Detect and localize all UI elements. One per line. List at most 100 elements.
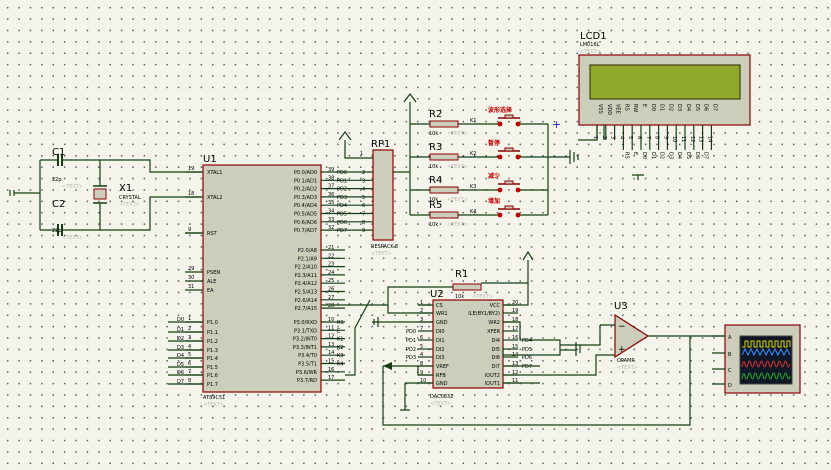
u2-pin-name: DI0 <box>436 329 445 335</box>
key-contact[interactable] <box>497 121 503 127</box>
crystal-x1[interactable] <box>93 185 107 204</box>
lcd-pin-number: 10 <box>671 136 677 142</box>
u2-net-label: PD6 <box>522 355 532 361</box>
u2-pin-name: IOUT2 <box>485 373 500 379</box>
svg-text:−: − <box>618 322 626 332</box>
lcd-net-label: RS <box>623 152 629 159</box>
lcd-pin-number: 11 <box>680 136 686 142</box>
rp1-pin-number: 8 <box>362 220 365 226</box>
r1-body[interactable] <box>452 283 482 291</box>
oscilloscope[interactable]: A B C D <box>712 324 801 394</box>
u1-pin-name: P3.0/RXD <box>294 320 318 326</box>
u1-pin-number: 23 <box>328 262 334 268</box>
scope-channel-label: B <box>728 352 732 358</box>
rp1-respack[interactable]: RP1 RESPACK-8 <TEXT> 1 2 3 4 5 6 7 8 9 <box>338 131 398 257</box>
u1-at89c51[interactable]: U1 AT89C51 <TEXT> 19XTAL118XTAL29RST29PS… <box>168 154 373 408</box>
u1-pin-name: P2.5/A13 <box>295 290 317 296</box>
key-cap[interactable] <box>504 205 514 210</box>
lcd-net-label: D6 <box>694 152 700 159</box>
u1-net-label: PD3 <box>337 195 347 201</box>
lcd-pin-number: 12 <box>689 136 695 142</box>
u2-pin-name: DI2 <box>436 347 445 353</box>
u1-pin-number: 39 <box>328 167 334 173</box>
u1-part: AT89C51 <box>203 395 225 401</box>
u1-net-label: PD6 <box>337 220 347 226</box>
pullup-resistor[interactable] <box>429 120 459 128</box>
u1-pin-name: P0.6/AD6 <box>294 220 317 226</box>
u1-pin-number: 22 <box>328 253 334 259</box>
resistor-value: 10k <box>429 222 438 228</box>
lcd-screen[interactable] <box>589 64 741 100</box>
lcd-text: <TEXT> <box>580 49 601 55</box>
key-contact[interactable] <box>515 187 521 193</box>
u2-pin-name: VREF <box>436 364 449 370</box>
key-contact[interactable] <box>515 121 521 127</box>
lcd-pin-name: VEE <box>615 104 621 114</box>
rp1-body[interactable] <box>372 149 394 241</box>
resistor-text: <TEXT> <box>447 222 468 228</box>
lcd-part: LM016L <box>580 42 600 48</box>
u1-pin-name: P3.2/INT0 <box>293 337 317 343</box>
cursor-marker: + <box>552 118 561 131</box>
scope-channel-label: A <box>728 335 732 341</box>
x1-type: CRYSTAL <box>119 195 141 201</box>
u2-ref: U2 <box>430 289 444 300</box>
lcd-pin-number: 14 <box>706 136 712 142</box>
pullup-resistor[interactable] <box>429 211 459 219</box>
u3-opamp[interactable]: U3 − + OPAMP <TEXT> <box>560 301 725 371</box>
u2-pin-name: CS <box>436 303 443 309</box>
u2-pin-name: VCC <box>490 303 501 309</box>
u1-pin-name: P3.3/INT1 <box>293 345 317 351</box>
u1-pin-number: 1 <box>188 316 191 322</box>
key-contact[interactable] <box>497 154 503 160</box>
u1-pin-name: P3.7/RD <box>297 378 317 384</box>
u2-pin-name: XFER <box>487 329 500 335</box>
u1-net-label: PD2 <box>337 187 347 193</box>
u1-pin-name: P1.6 <box>207 373 218 379</box>
resistor-ref: R3 <box>429 142 442 153</box>
lcd-pin-number: 6 <box>636 136 642 139</box>
key-cap[interactable] <box>504 114 514 119</box>
key-cap[interactable] <box>504 180 514 185</box>
u1-ref: U1 <box>203 154 217 165</box>
u1-pin-name: PSEN <box>207 270 220 276</box>
u2-pin-name: DI1 <box>436 338 445 344</box>
key-contact[interactable] <box>515 212 521 218</box>
u2-part: DAC0832 <box>430 394 453 400</box>
svg-text:+: + <box>618 345 626 355</box>
u1-pin-number: 21 <box>328 245 334 251</box>
lcd-pin-number: 13 <box>698 136 704 142</box>
key-cap[interactable] <box>504 147 514 152</box>
key-caption: 波形选择 <box>488 106 513 114</box>
lcd-pin-name: D6 <box>703 104 709 111</box>
u2-pin-name: DI6 <box>491 355 500 361</box>
lcd1-lm016l[interactable]: LCD1 LM016L <TEXT> VSS1VDD2VEE3RS4RW5E6D… <box>578 31 751 180</box>
u1-pin-name: XTAL1 <box>207 170 222 176</box>
resistor-ref: R5 <box>429 200 442 211</box>
lcd-pin-number: 4 <box>618 136 624 139</box>
resistor-text: <TEXT> <box>447 131 468 137</box>
lcd-net-label: D3 <box>667 152 673 159</box>
schematic: C1 22p <TEXT> C2 22p <TEXT> X1 CRYSTAL <… <box>9 31 801 426</box>
u1-pin-name: P0.1/AD1 <box>294 178 317 184</box>
u3-text: <TEXT> <box>617 365 638 371</box>
lcd-pin-name: D2 <box>667 104 673 111</box>
key-contact[interactable] <box>497 212 503 218</box>
u2-pin-name: DI5 <box>491 347 500 353</box>
u2-net-label: PD0 <box>406 329 416 335</box>
c2-ref: C2 <box>52 199 65 210</box>
key-contact[interactable] <box>515 154 521 160</box>
u1-pin-number: 16 <box>328 367 334 373</box>
c1-value: 22p <box>52 177 62 183</box>
u1-pin-number: 19 <box>188 166 194 172</box>
resistor-text: <TEXT> <box>447 164 468 170</box>
u1-pin-number: 4 <box>188 344 191 350</box>
u1-net-label: E <box>337 328 340 334</box>
u2-net-label: PD5 <box>522 347 532 353</box>
pullup-resistor[interactable] <box>429 186 459 194</box>
u1-pin-name: P1.0 <box>207 320 218 326</box>
key-contact[interactable] <box>497 187 503 193</box>
key-caption: 减少 <box>488 172 500 180</box>
u1-pin-number: 36 <box>328 192 334 198</box>
pullup-resistor[interactable] <box>429 153 459 161</box>
